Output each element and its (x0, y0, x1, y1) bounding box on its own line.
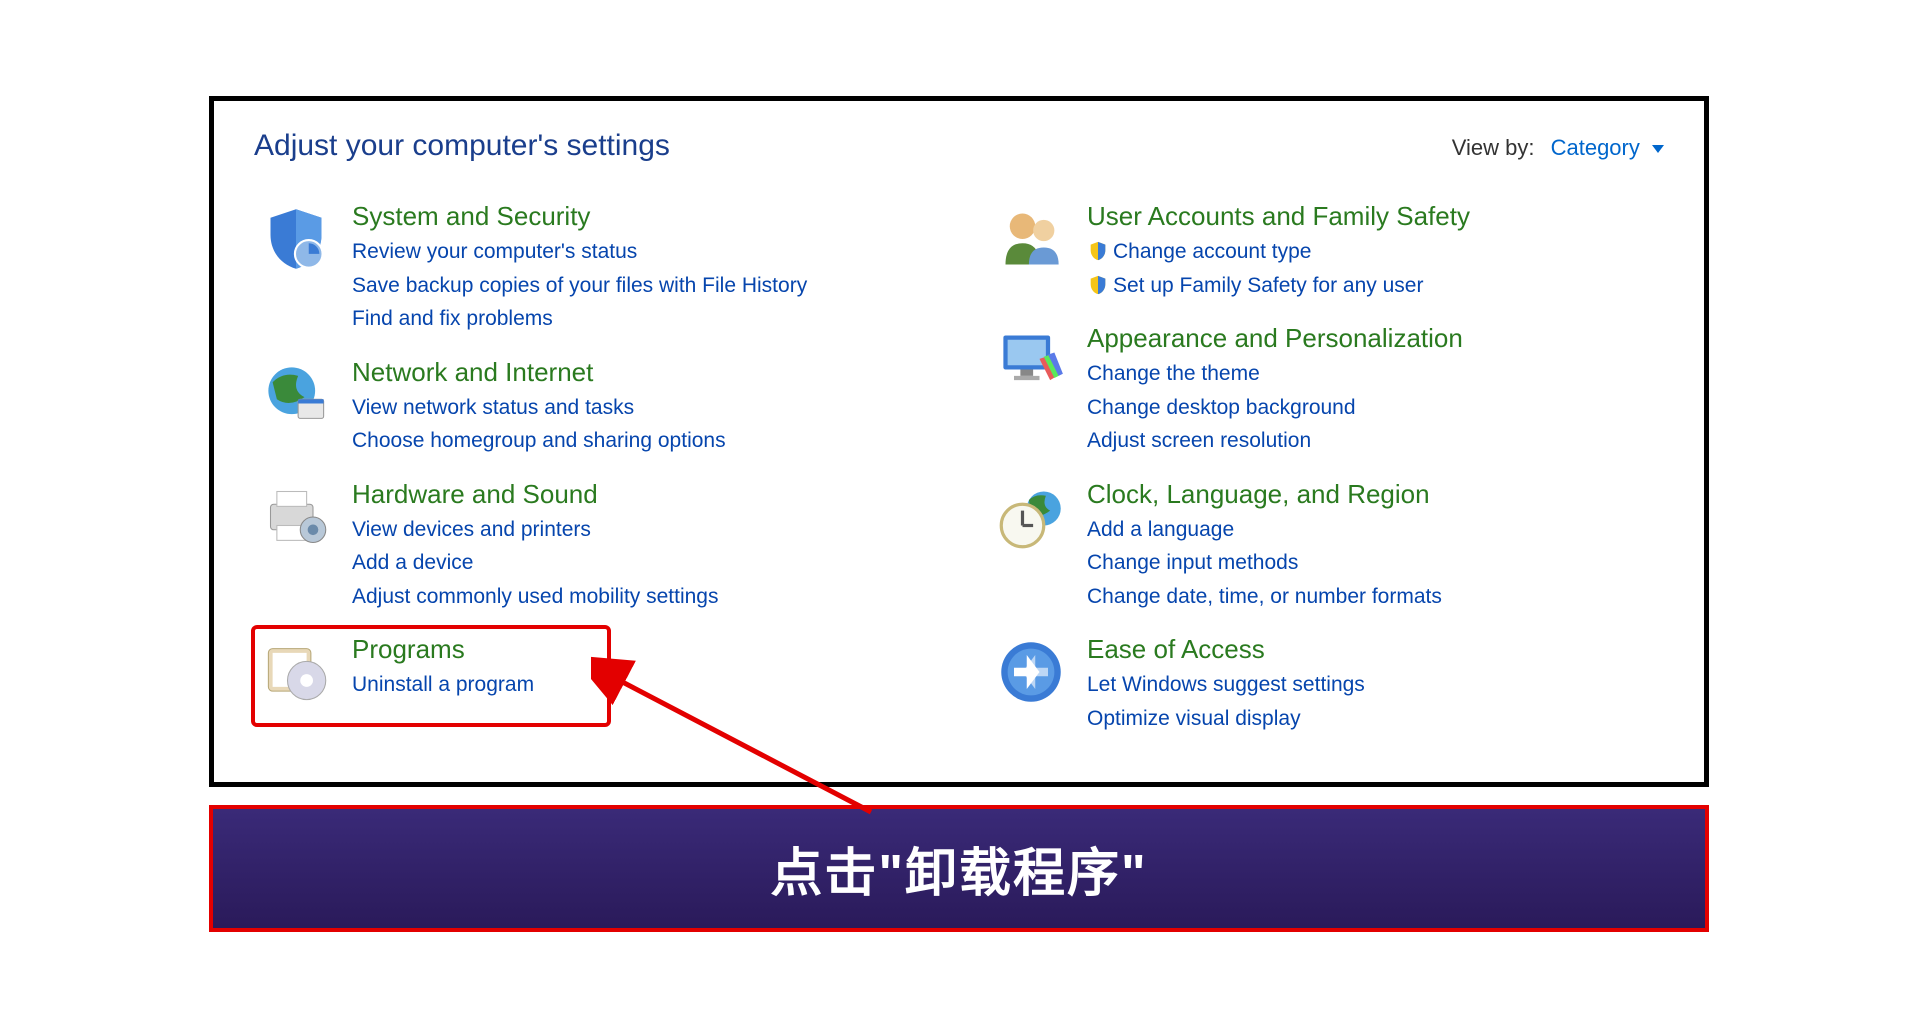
category-link[interactable]: Choose homegroup and sharing options (352, 425, 726, 457)
category-link[interactable]: Adjust commonly used mobility settings (352, 581, 719, 613)
category-link[interactable]: Let Windows suggest settings (1087, 669, 1365, 701)
category-title[interactable]: Clock, Language, and Region (1087, 479, 1442, 510)
category-title[interactable]: Ease of Access (1087, 634, 1365, 665)
category-title[interactable]: Network and Internet (352, 357, 726, 388)
category-title[interactable]: System and Security (352, 201, 807, 232)
category-link[interactable]: Add a language (1087, 514, 1442, 546)
category-link[interactable]: Change the theme (1087, 358, 1463, 390)
category-link[interactable]: Adjust screen resolution (1087, 425, 1463, 457)
printer-icon[interactable] (258, 479, 334, 555)
category-system-and-security: System and Security Review your computer'… (254, 193, 929, 343)
category-user-accounts-and-family-safety: User Accounts and Family Safety Change ac… (989, 193, 1664, 309)
category-link[interactable]: View network status and tasks (352, 392, 726, 424)
monitor-icon[interactable] (993, 323, 1069, 399)
header-row: Adjust your computer's settings View by:… (254, 129, 1664, 163)
category-link[interactable]: Uninstall a program (352, 669, 534, 701)
view-by-value-text: Category (1551, 135, 1640, 160)
category-title[interactable]: Programs (352, 634, 534, 665)
instruction-bar: 点击"卸载程序" (209, 805, 1709, 932)
category-ease-of-access: Ease of Access Let Windows suggest settin… (989, 626, 1664, 742)
category-link[interactable]: Save backup copies of your files with Fi… (352, 270, 807, 302)
globe-icon[interactable] (258, 357, 334, 433)
category-link[interactable]: Find and fix problems (352, 303, 807, 335)
programs-icon[interactable] (258, 634, 334, 710)
category-body: Network and Internet View network status … (352, 357, 726, 457)
view-by-label: View by: (1452, 135, 1535, 160)
category-title[interactable]: Hardware and Sound (352, 479, 719, 510)
category-programs: Programs Uninstall a program (254, 626, 929, 718)
category-hardware-and-sound: Hardware and Sound View devices and print… (254, 471, 929, 621)
category-body: Clock, Language, and Region Add a languag… (1087, 479, 1442, 613)
users-icon[interactable] (993, 201, 1069, 277)
category-link[interactable]: Change desktop background (1087, 392, 1463, 424)
category-body: Ease of Access Let Windows suggest settin… (1087, 634, 1365, 734)
ease-icon[interactable] (993, 634, 1069, 710)
category-appearance-and-personalization: Appearance and Personalization Change the… (989, 315, 1664, 465)
category-clock-language-and-region: Clock, Language, and Region Add a languag… (989, 471, 1664, 621)
category-link[interactable]: Review your computer's status (352, 236, 807, 268)
view-by-group: View by: Category (1452, 135, 1664, 161)
page-title: Adjust your computer's settings (254, 129, 670, 163)
category-title[interactable]: User Accounts and Family Safety (1087, 201, 1470, 232)
clock-icon[interactable] (993, 479, 1069, 555)
chevron-down-icon (1652, 145, 1664, 153)
category-link[interactable]: Set up Family Safety for any user (1087, 270, 1470, 302)
stage: Adjust your computer's settings View by:… (209, 96, 1709, 932)
link-text: Set up Family Safety for any user (1113, 274, 1423, 297)
category-body: User Accounts and Family Safety Change ac… (1087, 201, 1470, 301)
category-columns: System and Security Review your computer'… (254, 193, 1664, 748)
view-by-dropdown[interactable]: Category (1551, 135, 1664, 160)
control-panel-window: Adjust your computer's settings View by:… (209, 96, 1709, 787)
category-title[interactable]: Appearance and Personalization (1087, 323, 1463, 354)
category-link[interactable]: Change date, time, or number formats (1087, 581, 1442, 613)
category-link[interactable]: View devices and printers (352, 514, 719, 546)
shield-icon[interactable] (258, 201, 334, 277)
category-network-and-internet: Network and Internet View network status … (254, 349, 929, 465)
left-column: System and Security Review your computer'… (254, 193, 929, 748)
category-body: Appearance and Personalization Change the… (1087, 323, 1463, 457)
link-text: Change account type (1113, 240, 1311, 263)
category-body: System and Security Review your computer'… (352, 201, 807, 335)
category-body: Programs Uninstall a program (352, 634, 534, 701)
category-link[interactable]: Add a device (352, 547, 719, 579)
right-column: User Accounts and Family Safety Change ac… (989, 193, 1664, 748)
category-link[interactable]: Optimize visual display (1087, 703, 1365, 735)
category-link[interactable]: Change input methods (1087, 547, 1442, 579)
category-body: Hardware and Sound View devices and print… (352, 479, 719, 613)
category-link[interactable]: Change account type (1087, 236, 1470, 268)
